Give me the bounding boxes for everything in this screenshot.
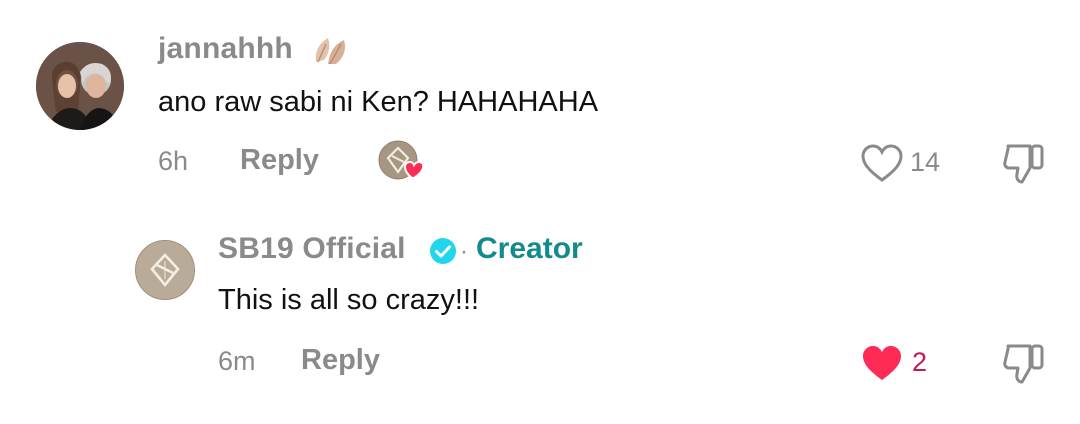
thumbs-down-icon[interactable]: [1000, 140, 1048, 191]
avatar-photo-icon: [36, 42, 124, 130]
comment-text: This is all so crazy!!!: [218, 284, 480, 316]
comment-timestamp: 6m: [218, 346, 256, 376]
reply-button[interactable]: Reply: [301, 344, 380, 377]
creator-badge: Creator: [476, 232, 583, 265]
like-count: 2: [912, 347, 928, 377]
verified-check-icon: [428, 236, 458, 271]
sb19-logo-icon: [136, 241, 194, 299]
thumbs-down-icon[interactable]: [1000, 340, 1048, 391]
reply-button[interactable]: Reply: [240, 144, 319, 177]
avatar[interactable]: [36, 42, 124, 130]
comment-item: jannahhh ano raw sabi ni Ken? HAHAHAHA 6…: [0, 0, 1080, 200]
autumn-leaf-icon: [310, 32, 350, 73]
username[interactable]: SB19 Official: [218, 232, 406, 266]
reply-comment-item: SB19 Official · Creator This is all so c…: [0, 200, 1080, 424]
like-count: 14: [910, 147, 941, 177]
creator-liked-badge-icon: [378, 140, 428, 187]
username[interactable]: jannahhh: [158, 32, 293, 66]
heart-outline-icon[interactable]: [860, 143, 904, 188]
comment-timestamp: 6h: [158, 146, 189, 176]
separator-dot: ·: [460, 238, 468, 265]
avatar[interactable]: [135, 240, 195, 300]
comment-text: ano raw sabi ni Ken? HAHAHAHA: [158, 86, 599, 118]
heart-filled-icon[interactable]: [860, 343, 904, 388]
